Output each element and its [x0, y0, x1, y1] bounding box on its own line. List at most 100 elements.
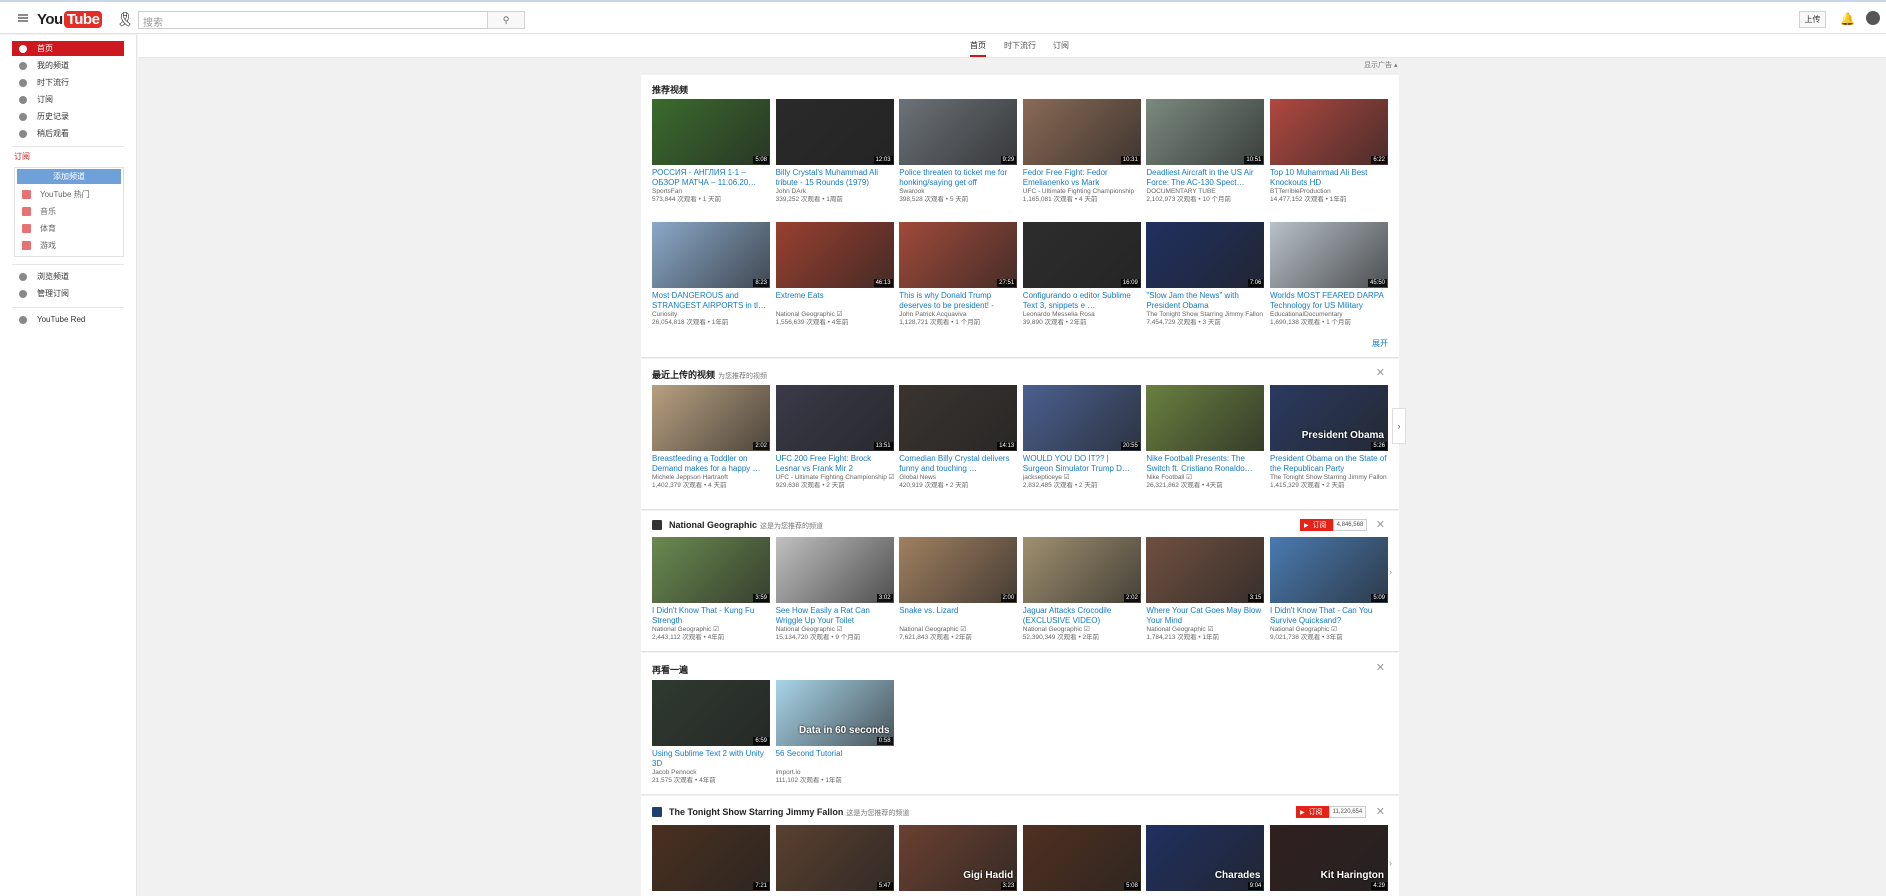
- video-thumbnail[interactable]: 8:23: [652, 222, 770, 288]
- video-title[interactable]: Worlds MOST FEARED DARPA Technology for …: [1270, 291, 1388, 311]
- show-ads-link[interactable]: 显示广告 ▴: [1364, 60, 1397, 70]
- video-title[interactable]: "Slow Jam the News" with President Obama: [1146, 291, 1264, 311]
- video-title[interactable]: Billy Crystal's Muhammad Ali tribute - 1…: [776, 168, 894, 188]
- video-card[interactable]: 5:09 I Didn't Know That - Can You Survive…: [1270, 537, 1388, 642]
- video-channel[interactable]: National Geographic ☑: [1146, 626, 1264, 634]
- bell-icon[interactable]: 🔔: [1840, 12, 1855, 26]
- section-title[interactable]: 推荐视频: [652, 83, 688, 96]
- video-thumbnail[interactable]: President Obama 5:26: [1270, 385, 1388, 451]
- video-title[interactable]: Police threaten to ticket me for honking…: [899, 168, 1017, 188]
- video-thumbnail[interactable]: 7:21: [652, 825, 770, 891]
- video-card[interactable]: 45:50 Worlds MOST FEARED DARPA Technology…: [1270, 222, 1388, 327]
- video-title[interactable]: Where Your Cat Goes May Blow Your Mind: [1146, 606, 1264, 626]
- video-channel[interactable]: jacksepticeye ☑: [1023, 474, 1141, 482]
- video-title[interactable]: Using Sublime Text 2 with Unity 3D: [652, 749, 770, 769]
- avatar[interactable]: [1866, 11, 1880, 25]
- video-title[interactable]: 56 Second Tutorial: [776, 749, 894, 769]
- video-thumbnail[interactable]: 16:09: [1022, 222, 1141, 288]
- video-card[interactable]: 5:47: [775, 825, 894, 891]
- video-title[interactable]: Jaguar Attacks Crocodile (EXCLUSIVE VIDE…: [1023, 606, 1141, 626]
- video-channel[interactable]: BTTerribleProduction: [1270, 188, 1388, 196]
- video-card[interactable]: 3:02 See How Easily a Rat Can Wriggle Up …: [775, 537, 894, 642]
- video-card[interactable]: 16:09 Configurando o editor Sublime Text …: [1022, 222, 1141, 327]
- video-title[interactable]: President Obama on the State of the Repu…: [1270, 454, 1388, 474]
- video-thumbnail[interactable]: 10:31: [1022, 99, 1141, 165]
- video-card[interactable]: 8:23 Most DANGEROUS and STRANGEST AIRPORT…: [652, 222, 770, 327]
- video-thumbnail[interactable]: 9:29: [899, 99, 1018, 165]
- video-channel[interactable]: SportsFan: [652, 188, 770, 196]
- video-title[interactable]: I Didn't Know That - Can You Survive Qui…: [1270, 606, 1388, 626]
- video-card[interactable]: 10:51 Deadliest Aircraft in the US Air Fo…: [1146, 99, 1265, 204]
- youtube-logo[interactable]: You Tube: [37, 10, 103, 28]
- video-card[interactable]: 2:02 Jaguar Attacks Crocodile (EXCLUSIVE …: [1022, 537, 1141, 642]
- video-thumbnail[interactable]: 5:08: [652, 99, 770, 165]
- video-thumbnail[interactable]: 14:13: [899, 385, 1018, 451]
- video-channel[interactable]: Global News: [899, 474, 1017, 482]
- sidebar-item-manage-subs[interactable]: 管理订阅: [12, 286, 124, 301]
- video-title[interactable]: Breastfeeding a Toddler on Demand makes …: [652, 454, 770, 474]
- video-title[interactable]: Configurando o editor Sublime Text 3, sn…: [1023, 291, 1141, 311]
- channel-avatar[interactable]: [652, 520, 662, 530]
- video-channel[interactable]: John DArk: [776, 188, 894, 196]
- tab-home[interactable]: 首页: [970, 40, 986, 57]
- video-channel[interactable]: The Tonight Show Starring Jimmy Fallon ☑: [1146, 311, 1264, 319]
- add-channels-button[interactable]: 添加频道: [17, 169, 121, 184]
- close-icon[interactable]: ✕: [1376, 661, 1385, 674]
- video-channel[interactable]: John Patrick Acquaviva: [899, 311, 1017, 319]
- sidebar-item-history[interactable]: 历史记录: [12, 109, 124, 124]
- section-title[interactable]: 最近上传的视频 为您推荐的视频: [652, 368, 767, 381]
- video-channel[interactable]: National Geographic ☑: [1023, 626, 1141, 634]
- video-thumbnail[interactable]: 6:22: [1270, 99, 1388, 165]
- video-title[interactable]: Extreme Eats: [776, 291, 894, 311]
- video-title[interactable]: Top 10 Muhammad Ali Best Knockouts HD: [1270, 168, 1388, 188]
- video-channel[interactable]: National Geographic ☑: [776, 626, 894, 634]
- video-channel[interactable]: UFC - Ultimate Fighting Championship ☑: [776, 474, 894, 482]
- video-card[interactable]: Nike Football Presents: The Switch ft. C…: [1146, 385, 1265, 490]
- sidebar-sub-youtube-popular[interactable]: YouTube 热门: [22, 189, 90, 200]
- video-card[interactable]: 14:13 Comedian Billy Crystal delivers fun…: [899, 385, 1018, 490]
- close-icon[interactable]: ✕: [1376, 518, 1385, 531]
- sidebar-item-subscriptions[interactable]: 订阅: [12, 92, 124, 107]
- video-title[interactable]: Most DANGEROUS and STRANGEST AIRPORTS in…: [652, 291, 770, 311]
- video-title[interactable]: Comedian Billy Crystal delivers funny an…: [899, 454, 1017, 474]
- video-card[interactable]: 6:22 Top 10 Muhammad Ali Best Knockouts H…: [1270, 99, 1388, 204]
- video-thumbnail[interactable]: 12:03: [775, 99, 894, 165]
- video-channel[interactable]: Michele Jeppson Hartranft: [652, 474, 770, 482]
- video-card[interactable]: 12:03 Billy Crystal's Muhammad Ali tribut…: [775, 99, 894, 204]
- video-title[interactable]: Snake vs. Lizard: [899, 606, 1017, 626]
- video-card[interactable]: Kit Harington 4:29: [1270, 825, 1388, 891]
- section-title[interactable]: 再看一遍: [652, 663, 688, 676]
- video-channel[interactable]: National Geographic ☑: [776, 311, 894, 319]
- video-card[interactable]: 27:51 This is why Donald Trump deserves t…: [899, 222, 1018, 327]
- sidebar-item-watch-later[interactable]: 稍后观看: [12, 126, 124, 141]
- video-channel[interactable]: EducationalDocumentary: [1270, 311, 1388, 319]
- next-arrow-icon[interactable]: ›: [1389, 858, 1392, 868]
- video-title[interactable]: See How Easily a Rat Can Wriggle Up Your…: [776, 606, 894, 626]
- sidebar-sub-music[interactable]: 音乐: [22, 206, 56, 217]
- video-thumbnail[interactable]: [1146, 385, 1265, 451]
- next-arrow-icon[interactable]: ›: [1392, 408, 1406, 444]
- video-thumbnail[interactable]: 2:00: [899, 537, 1018, 603]
- video-card[interactable]: President Obama 5:26 President Obama on th…: [1270, 385, 1388, 490]
- next-arrow-icon[interactable]: ›: [1389, 567, 1392, 577]
- video-title[interactable]: UFC 200 Free Fight: Brock Lesnar vs Fran…: [776, 454, 894, 474]
- video-card[interactable]: 7:06 "Slow Jam the News" with President O…: [1146, 222, 1265, 327]
- tab-trending[interactable]: 时下流行: [1004, 40, 1036, 51]
- video-channel[interactable]: Leonardo Messelia Rosa: [1023, 311, 1141, 319]
- video-thumbnail[interactable]: 5:09: [1270, 537, 1388, 603]
- video-thumbnail[interactable]: Data in 60 seconds 0:58: [775, 680, 894, 746]
- section-title[interactable]: National Geographic 这是为您推荐的频道: [669, 520, 823, 531]
- video-thumbnail[interactable]: Kit Harington 4:29: [1270, 825, 1388, 891]
- video-card[interactable]: 2:00 Snake vs. Lizard National Geographic …: [899, 537, 1018, 642]
- video-channel[interactable]: Nike Football ☑: [1146, 474, 1264, 482]
- video-thumbnail[interactable]: 45:50: [1270, 222, 1388, 288]
- sidebar-sub-gaming[interactable]: 游戏: [22, 240, 56, 251]
- video-card[interactable]: 3:15 Where Your Cat Goes May Blow Your Mi…: [1146, 537, 1265, 642]
- video-channel[interactable]: National Geographic ☑: [899, 626, 1017, 634]
- video-title[interactable]: Fedor Free Fight: Fedor Emelianenko vs M…: [1023, 168, 1141, 188]
- video-card[interactable]: Gigi Hadid 3:23: [899, 825, 1018, 891]
- video-thumbnail[interactable]: 5:47: [775, 825, 894, 891]
- video-title[interactable]: WOULD YOU DO IT?? | Surgeon Simulator Tr…: [1023, 454, 1141, 474]
- video-channel[interactable]: National Geographic ☑: [652, 626, 770, 634]
- video-thumbnail[interactable]: 5:08: [1022, 825, 1141, 891]
